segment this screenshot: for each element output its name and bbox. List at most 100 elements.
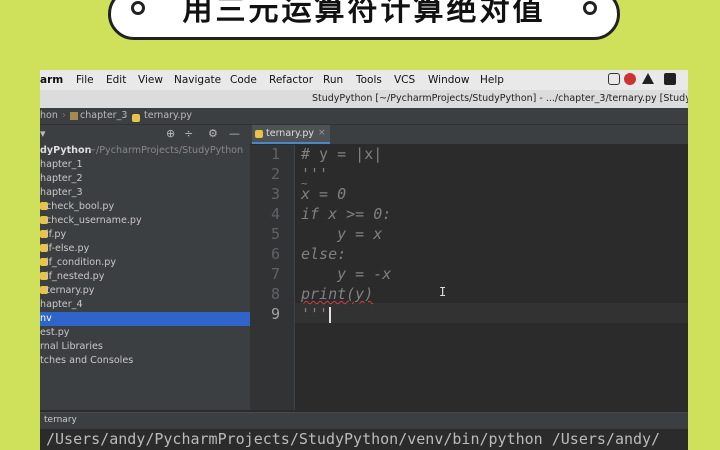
line-number-current: 9 — [270, 305, 280, 323]
gear-icon[interactable]: ⚙ — [208, 127, 218, 140]
tree-root-path: ~/PycharmProjects/StudyPython — [88, 145, 244, 156]
run-tab-label[interactable]: ternary — [44, 415, 77, 425]
dropdown-arrow-icon[interactable]: ▾ — [40, 127, 46, 140]
tree-item-label: if.py — [46, 229, 67, 240]
breadcrumb-file[interactable]: ternary.py — [144, 110, 192, 121]
line-number: 2 — [270, 165, 280, 183]
tree-item[interactable]: check_bool.py — [40, 200, 250, 214]
text-caret — [329, 307, 331, 323]
line-number: 6 — [270, 245, 280, 263]
project-pane-header: ▾ ⊕ ÷ ⚙ — — [40, 125, 250, 145]
tray-icon-2[interactable] — [624, 73, 636, 85]
menu-window[interactable]: Window — [428, 74, 469, 86]
tree-item-label: nv — [40, 313, 52, 324]
tree-item[interactable]: rnal Libraries — [40, 340, 250, 354]
python-file-icon — [255, 130, 263, 138]
tree-item[interactable]: hapter_3 — [40, 186, 250, 200]
editor-tabs: ternary.py × — [250, 125, 688, 145]
breadcrumb-root[interactable]: hon — [40, 110, 58, 121]
title-banner: 用三元运算符计算绝对值 — [108, 0, 620, 40]
tab-ternary[interactable]: ternary.py × — [252, 125, 330, 144]
tab-label: ternary.py — [266, 128, 314, 139]
code-line: print(y) — [301, 285, 374, 303]
tree-item[interactable]: hapter_2 — [40, 172, 250, 186]
menu-navigate[interactable]: Navigate — [174, 74, 221, 86]
tray-icon-4[interactable] — [664, 73, 676, 85]
tree-item[interactable]: if_nested.py — [40, 270, 250, 284]
tree-item-label: est.py — [40, 327, 70, 338]
tree-item[interactable]: if_condition.py — [40, 256, 250, 270]
tree-item-label: hapter_4 — [40, 299, 83, 310]
tree-item-label: hapter_2 — [40, 173, 83, 184]
line-number: 1 — [270, 145, 280, 163]
minimize-icon[interactable]: — — [229, 127, 240, 140]
line-number: 5 — [270, 225, 280, 243]
tree-item-label: hapter_3 — [40, 187, 83, 198]
tree-item[interactable]: check_username.py — [40, 214, 250, 228]
menu-view[interactable]: View — [138, 74, 163, 86]
tree-root[interactable]: dyPython ~/PycharmProjects/StudyPython — [40, 144, 250, 158]
tree-item[interactable]: ternary.py — [40, 284, 250, 298]
line-number-gutter: 1 2 3 4 5 6 7 8 9 — [250, 145, 295, 410]
tray-icon-3[interactable] — [642, 73, 654, 84]
tree-item[interactable]: if-else.py — [40, 242, 250, 256]
tree-item-label: if-else.py — [46, 243, 90, 254]
tree-item-label: ternary.py — [46, 285, 95, 296]
project-tree: dyPython ~/PycharmProjects/StudyPython h… — [40, 144, 250, 410]
menu-file[interactable]: File — [76, 74, 94, 86]
code-line: if x >= 0: — [301, 205, 392, 223]
tree-item[interactable]: hapter_1 — [40, 158, 250, 172]
close-icon[interactable]: × — [318, 128, 326, 138]
tree-item[interactable]: hapter_4 — [40, 298, 250, 312]
breadcrumb-chapter[interactable]: chapter_3 — [80, 110, 127, 121]
menu-bar: arm File Edit View Navigate Code Refacto… — [40, 70, 688, 90]
line-number: 4 — [270, 205, 280, 223]
menu-code[interactable]: Code — [230, 74, 257, 86]
window-title-bar: StudyPython [~/PycharmProjects/StudyPyth… — [40, 90, 688, 108]
run-console[interactable]: /Users/andy/PycharmProjects/StudyPython/… — [40, 429, 688, 450]
code-line: y = -x — [301, 265, 392, 283]
app-name[interactable]: arm — [40, 74, 63, 86]
python-file-icon — [132, 112, 143, 123]
tree-item-label: if_condition.py — [46, 257, 117, 268]
split-icon[interactable]: ÷ — [184, 127, 193, 140]
globe-icon[interactable]: ⊕ — [166, 127, 175, 140]
current-line-highlight — [295, 303, 688, 323]
code-line: else: — [301, 245, 347, 263]
line-number: 8 — [270, 285, 280, 303]
console-output: /Users/andy/PycharmProjects/StudyPython/… — [46, 430, 661, 448]
menu-help[interactable]: Help — [480, 74, 504, 86]
breadcrumb-separator-2: › — [123, 110, 127, 121]
window-title: StudyPython [~/PycharmProjects/StudyPyth… — [312, 93, 688, 104]
tree-item[interactable]: est.py — [40, 326, 250, 340]
breadcrumb-separator: › — [62, 110, 66, 121]
menu-tools[interactable]: Tools — [356, 74, 382, 86]
menu-vcs[interactable]: VCS — [394, 74, 415, 86]
code-editor[interactable]: # y = |x| ''' ~ x = 0 if x >= 0: y = x e… — [295, 145, 688, 410]
breadcrumb: hon › chapter_3 › ternary.py — [40, 108, 688, 125]
run-tab-bar: ternary — [40, 412, 688, 429]
tree-item-label: check_username.py — [46, 215, 142, 226]
menu-run[interactable]: Run — [323, 74, 343, 86]
menu-edit[interactable]: Edit — [106, 74, 126, 86]
code-line: # y = |x| — [301, 145, 383, 163]
tree-item-label: if_nested.py — [46, 271, 105, 282]
tree-item-label: hapter_1 — [40, 159, 83, 170]
folder-icon — [70, 112, 78, 120]
line-number: 3 — [270, 185, 280, 203]
tree-item[interactable]: if.py — [40, 228, 250, 242]
tree-item-label: rnal Libraries — [40, 341, 103, 352]
tree-root-name: dyPython — [40, 145, 92, 156]
banner-dot-right — [583, 1, 597, 15]
tray-icon-1[interactable] — [608, 73, 620, 85]
menu-refactor[interactable]: Refactor — [269, 74, 313, 86]
tree-item-label: check_bool.py — [46, 201, 115, 212]
line-number: 7 — [270, 265, 280, 283]
banner-title: 用三元运算符计算绝对值 — [182, 0, 546, 28]
code-line: x = 0 — [301, 185, 347, 203]
code-line: y = x — [301, 225, 383, 243]
code-line: ''' — [301, 305, 329, 323]
mouse-cursor-icon: I — [439, 285, 447, 299]
tree-item[interactable]: tches and Consoles — [40, 354, 250, 368]
tree-item-selected[interactable]: nv — [40, 312, 250, 326]
